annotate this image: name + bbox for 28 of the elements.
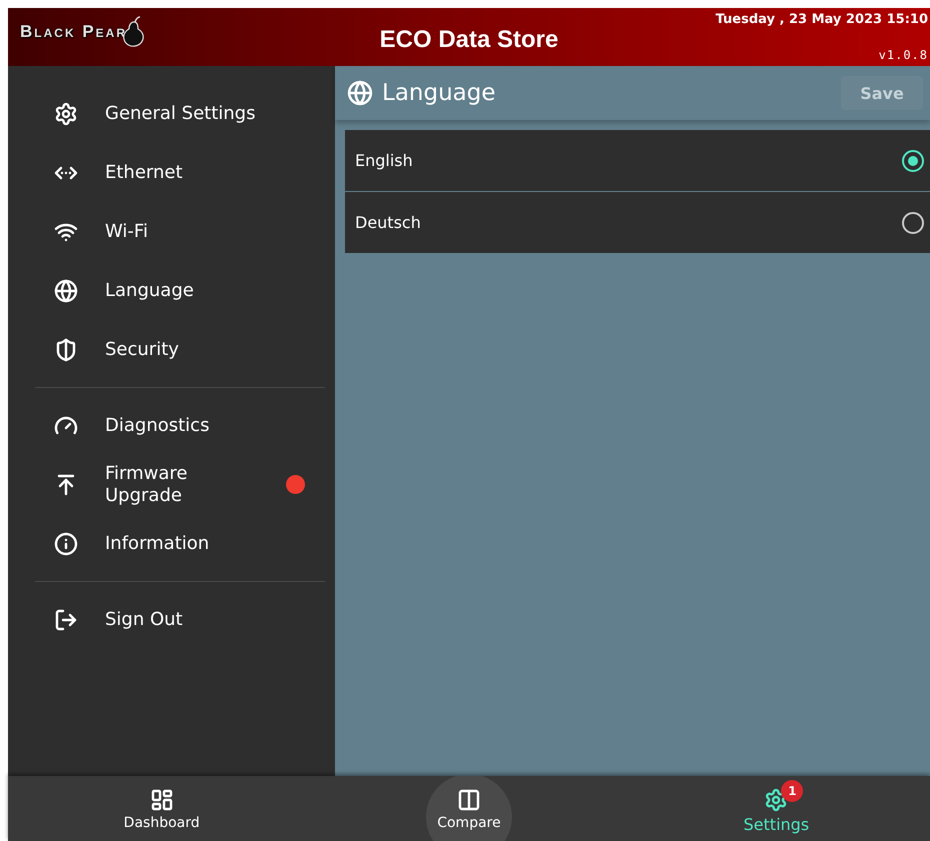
sidebar-item[interactable]: Information <box>35 514 325 573</box>
language-option[interactable]: Deutsch <box>345 192 930 253</box>
gear-icon <box>764 788 788 812</box>
globe-icon <box>53 278 79 304</box>
dashboard-icon <box>150 788 174 812</box>
app-title: ECO Data Store <box>380 25 558 54</box>
version-label: v1.0.8 <box>878 48 928 62</box>
nav-tab[interactable]: Settings 1 <box>733 776 820 841</box>
radio-button[interactable] <box>902 212 924 234</box>
sidebar-item[interactable]: Language <box>35 261 325 320</box>
sidebar-item[interactable]: Diagnostics <box>35 396 325 455</box>
sidebar-item[interactable]: General Settings <box>35 84 325 143</box>
language-option[interactable]: English <box>345 130 930 191</box>
globe-icon <box>347 80 373 106</box>
nav-tab[interactable]: Compare <box>426 776 512 841</box>
sidebar-item[interactable]: Firmware Upgrade <box>35 455 325 514</box>
radio-button[interactable] <box>902 150 924 172</box>
sidebar-item[interactable]: Ethernet <box>35 143 325 202</box>
sidebar-item[interactable]: Security <box>35 320 325 379</box>
sidebar-item[interactable]: Wi-Fi <box>35 202 325 261</box>
date-time: Tuesday , 23 May 2023 15:10 <box>716 12 928 27</box>
gear-icon <box>53 100 79 126</box>
panel-title: Language <box>382 80 497 106</box>
info-icon <box>53 530 79 556</box>
notification-badge: 1 <box>781 780 804 802</box>
logo-text: Black Pear <box>20 22 128 42</box>
nav-tab[interactable]: Dashboard <box>118 776 205 841</box>
sidebar-item[interactable]: Sign Out <box>35 590 325 649</box>
